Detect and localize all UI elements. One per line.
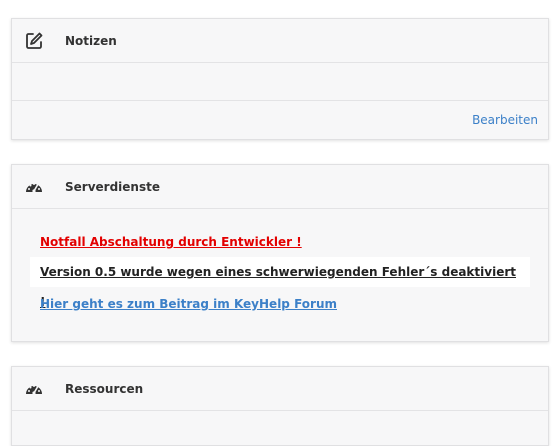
resources-panel-header: Ressourcen: [12, 367, 548, 411]
notes-content: [12, 63, 548, 101]
services-panel-header: Serverdienste: [12, 165, 548, 209]
speedometer-icon: [24, 177, 44, 197]
edit-notes-link[interactable]: Bearbeiten: [472, 113, 538, 127]
notes-panel: Notizen Bearbeiten: [11, 18, 549, 140]
notes-panel-header: Notizen: [12, 19, 548, 63]
deactivation-notice: Version 0.5 wurde wegen eines schwerwieg…: [30, 257, 530, 309]
edit-icon: [24, 31, 44, 51]
services-panel-title: Serverdienste: [65, 179, 160, 194]
speedometer-icon: [24, 379, 44, 399]
services-panel: Serverdienste Notfall Abschaltung durch …: [11, 164, 549, 342]
resources-panel-title: Ressourcen: [65, 381, 144, 396]
notes-footer: Bearbeiten: [12, 101, 548, 139]
notes-panel-title: Notizen: [65, 33, 117, 48]
forum-post-link[interactable]: Hier geht es zum Beitrag im KeyHelp Foru…: [30, 291, 530, 321]
resources-panel: Ressourcen: [11, 366, 549, 446]
emergency-shutdown-notice: Notfall Abschaltung durch Entwickler !: [40, 235, 302, 249]
services-content: Notfall Abschaltung durch Entwickler ! V…: [12, 209, 548, 321]
